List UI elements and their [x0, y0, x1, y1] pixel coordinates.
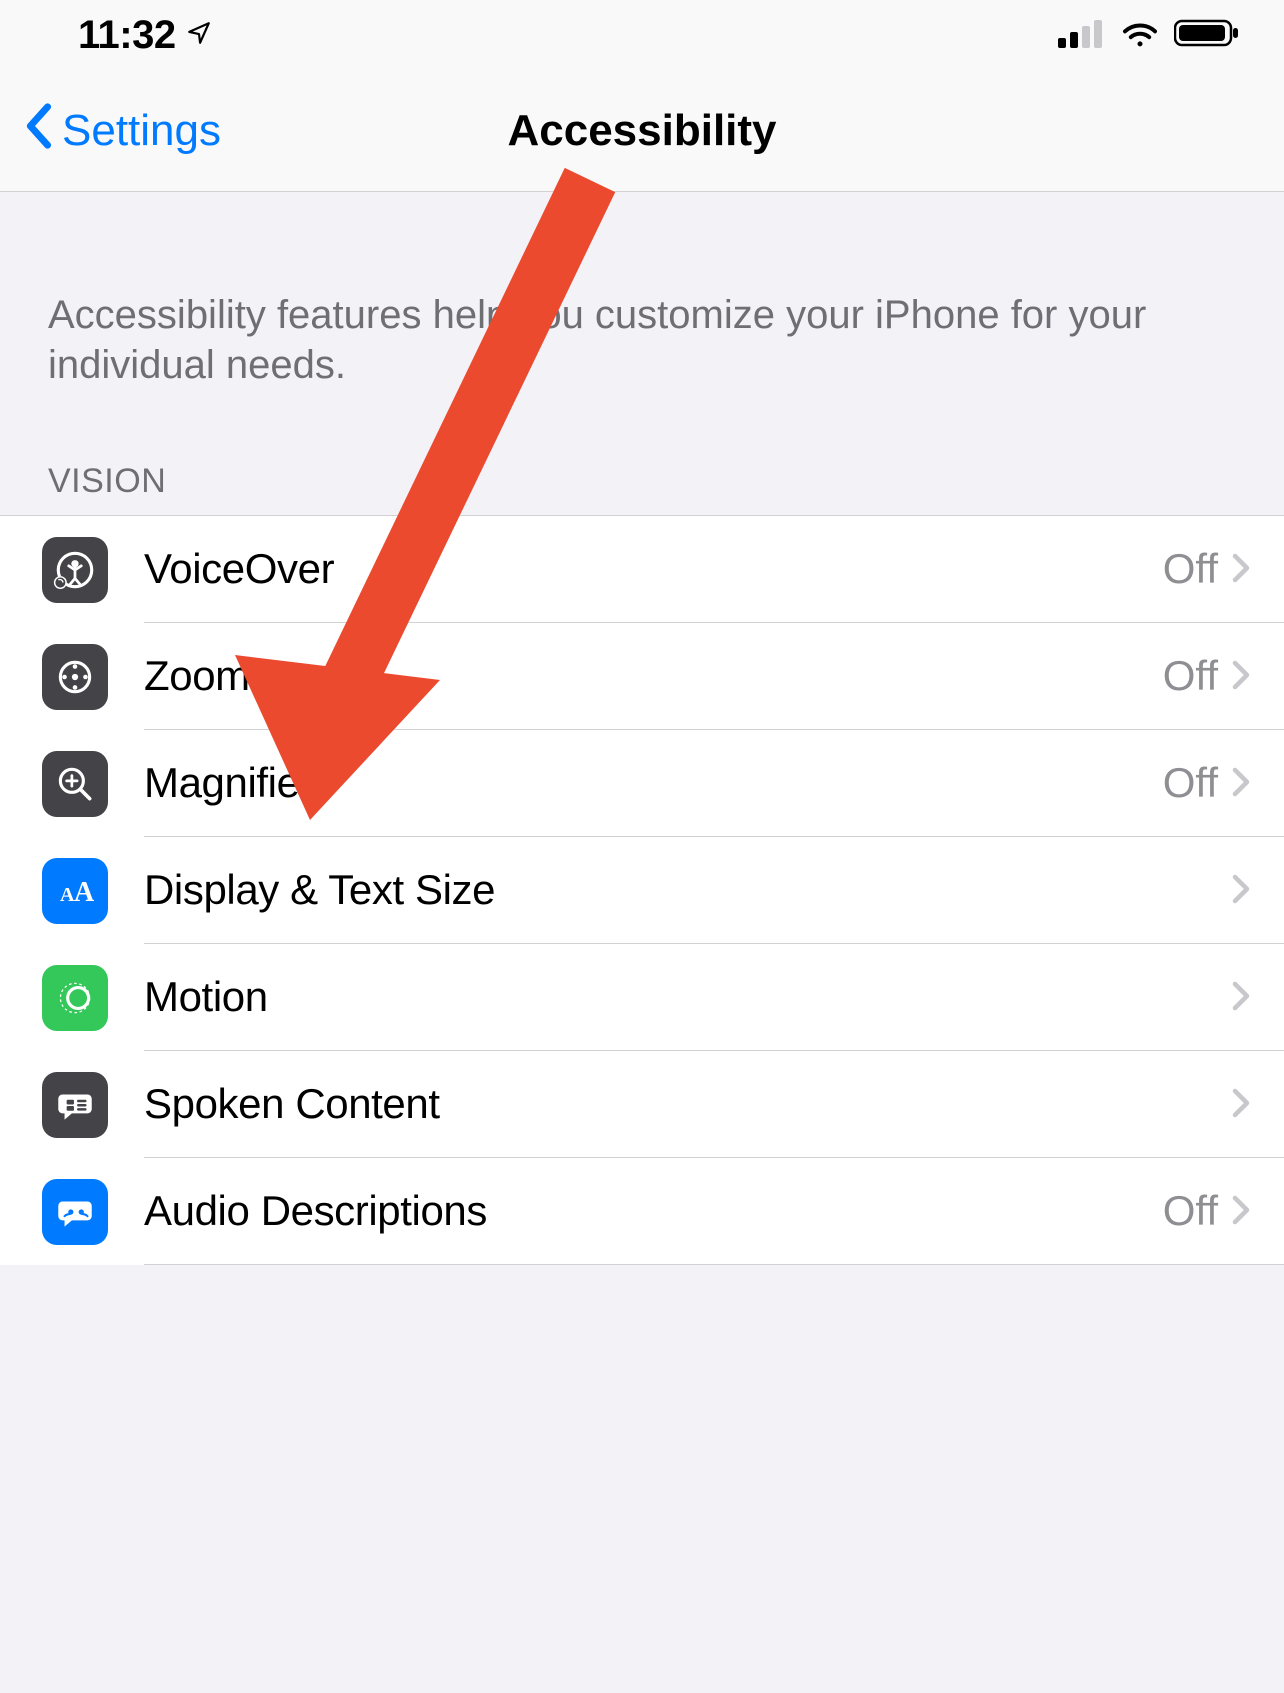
row-value: Off	[1163, 652, 1218, 700]
status-time: 11:32	[78, 13, 176, 58]
row-label: Spoken Content	[144, 1080, 1218, 1128]
audiodesc-icon	[42, 1179, 108, 1245]
chevron-right-icon	[1232, 1080, 1250, 1128]
row-value: Off	[1163, 545, 1218, 593]
row-label: Audio Descriptions	[144, 1187, 1163, 1235]
voiceover-icon	[42, 537, 108, 603]
row-magnifier[interactable]: Magnifier Off	[0, 730, 1284, 837]
row-spoken-content[interactable]: Spoken Content	[0, 1051, 1284, 1158]
chevron-right-icon	[1232, 652, 1250, 700]
intro-text: Accessibility features help you customiz…	[0, 192, 1284, 390]
row-label: Magnifier	[144, 759, 1163, 807]
magnifier-icon	[42, 751, 108, 817]
status-icons	[1058, 18, 1240, 53]
chevron-right-icon	[1232, 866, 1250, 914]
zoom-icon	[42, 644, 108, 710]
motion-icon	[42, 965, 108, 1031]
back-label: Settings	[62, 106, 221, 156]
row-voiceover[interactable]: VoiceOver Off	[0, 516, 1284, 623]
textsize-icon: A A	[42, 858, 108, 924]
chevron-left-icon	[24, 100, 58, 162]
vision-list: VoiceOver Off Zoom Off	[0, 515, 1284, 1265]
chevron-right-icon	[1232, 759, 1250, 807]
location-icon	[186, 20, 212, 51]
row-audio-descriptions[interactable]: Audio Descriptions Off	[0, 1158, 1284, 1265]
status-bar: 11:32	[0, 0, 1284, 70]
back-button[interactable]: Settings	[24, 100, 221, 162]
spoken-icon	[42, 1072, 108, 1138]
row-display-text-size[interactable]: A A Display & Text Size	[0, 837, 1284, 944]
chevron-right-icon	[1232, 1187, 1250, 1235]
cellular-icon	[1058, 18, 1106, 53]
row-value: Off	[1163, 759, 1218, 807]
row-zoom[interactable]: Zoom Off	[0, 623, 1284, 730]
wifi-icon	[1120, 18, 1160, 53]
chevron-right-icon	[1232, 545, 1250, 593]
row-value: Off	[1163, 1187, 1218, 1235]
chevron-right-icon	[1232, 973, 1250, 1021]
svg-text:A: A	[60, 884, 75, 906]
nav-bar: Settings Accessibility	[0, 70, 1284, 192]
row-label: VoiceOver	[144, 545, 1163, 593]
battery-icon	[1174, 18, 1240, 53]
row-label: Motion	[144, 973, 1218, 1021]
svg-text:A: A	[74, 877, 95, 908]
row-label: Display & Text Size	[144, 866, 1218, 914]
row-label: Zoom	[144, 652, 1163, 700]
section-header-vision: VISION	[0, 390, 1284, 515]
row-motion[interactable]: Motion	[0, 944, 1284, 1051]
